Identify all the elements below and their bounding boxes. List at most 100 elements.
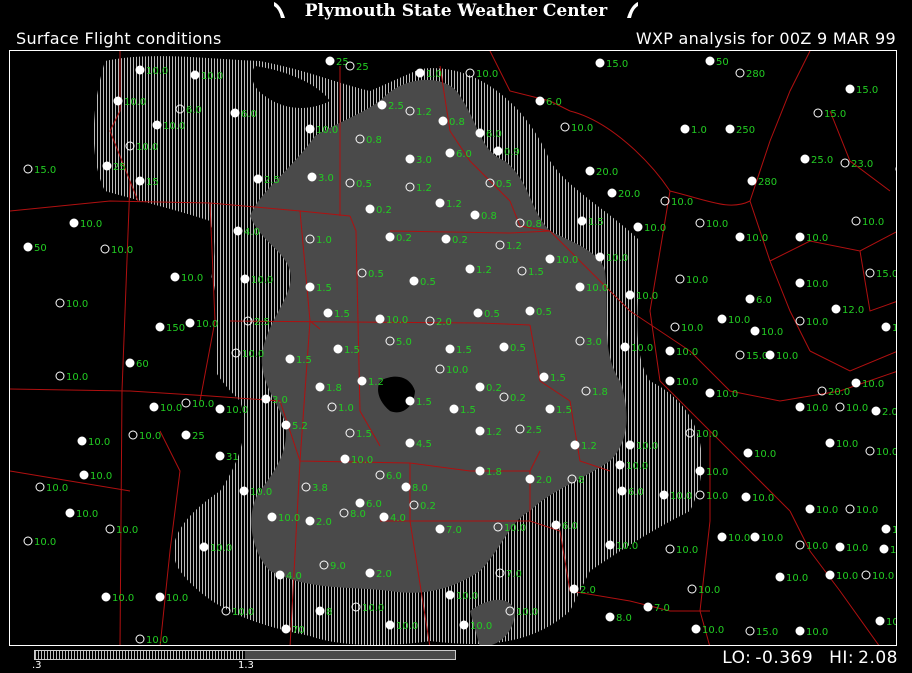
station-plot[interactable]: 10.0 xyxy=(845,504,878,516)
station-plot[interactable]: 10.0 xyxy=(805,504,838,516)
station-circle xyxy=(23,164,33,174)
station-plot[interactable]: 70 xyxy=(281,624,305,636)
station-plot[interactable]: 10.0 xyxy=(77,436,110,448)
station-plot[interactable]: 10.0 xyxy=(795,278,828,290)
station-plot[interactable]: 10.0 xyxy=(691,624,724,636)
station-plot[interactable]: 10.0 xyxy=(835,402,868,414)
station-plot[interactable]: 20.0 xyxy=(607,188,640,200)
station-plot[interactable]: 10.0 xyxy=(741,492,774,504)
station-circle xyxy=(190,70,200,80)
station-plot[interactable]: 8.0 xyxy=(605,612,632,624)
station-plot[interactable]: 250 xyxy=(725,124,755,136)
station-plot[interactable]: 10.0 xyxy=(135,634,168,646)
station-plot[interactable]: 25 xyxy=(325,56,349,68)
visibility-value: 4.5 xyxy=(416,439,432,450)
station-plot[interactable]: 10.0 xyxy=(695,218,728,230)
visibility-value: 8.0 xyxy=(412,483,428,494)
station-plot[interactable]: 10.0 xyxy=(687,584,720,596)
station-plot[interactable]: 10.0 xyxy=(665,376,698,388)
station-plot[interactable]: 10.0 xyxy=(879,544,897,556)
station-plot[interactable]: 10.0 xyxy=(101,592,134,604)
station-plot[interactable]: 15.0 xyxy=(865,268,897,280)
visibility-value: 0.5 xyxy=(484,309,500,320)
station-plot[interactable]: 10.0 xyxy=(155,592,188,604)
station-plot[interactable]: 10.0 xyxy=(23,536,56,548)
station-plot[interactable]: 10.0 xyxy=(750,532,783,544)
station-plot[interactable]: 10.0 xyxy=(875,616,897,628)
station-plot[interactable]: 10.0 xyxy=(705,388,738,400)
station-plot[interactable]: 20.0 xyxy=(817,386,850,398)
surface-map[interactable]: 10.025 2510.0 1.0 10.015.0 5028015.010.06.0 6… xyxy=(10,51,897,646)
visibility-value: 15 xyxy=(146,177,159,188)
station-plot[interactable]: 15.0 xyxy=(735,350,768,362)
station-plot[interactable]: 50 xyxy=(23,242,47,254)
station-plot[interactable]: 10.0 xyxy=(743,448,776,460)
station-plot[interactable]: 10.0 xyxy=(765,350,798,362)
station-plot[interactable]: 23.0 xyxy=(840,158,873,170)
station-plot[interactable]: 10.0 xyxy=(670,322,703,334)
station-plot[interactable]: 10.0 xyxy=(665,346,698,358)
station-circle xyxy=(379,512,389,522)
station-plot[interactable]: 10.0 xyxy=(675,274,708,286)
station-plot[interactable]: 10.0 xyxy=(65,508,98,520)
station-plot[interactable]: 10.0 xyxy=(865,446,897,458)
station-circle xyxy=(717,532,727,542)
station-circle xyxy=(695,490,705,500)
station-plot[interactable]: 15.0 xyxy=(845,84,878,96)
station-plot[interactable]: 10.0 xyxy=(100,244,133,256)
station-plot[interactable]: 10.0 xyxy=(79,470,112,482)
station-plot[interactable]: 10.0 xyxy=(695,490,728,502)
station-plot[interactable]: 10.0 xyxy=(795,316,828,328)
station-plot[interactable]: 6.0 xyxy=(745,294,772,306)
station-plot[interactable]: 10.0 xyxy=(851,216,884,228)
station-plot[interactable]: 280 xyxy=(747,176,777,188)
station-plot[interactable]: 15.0 xyxy=(23,164,56,176)
station-plot[interactable]: 10.0 xyxy=(55,371,88,383)
visibility-value: 1.5 xyxy=(334,309,350,320)
station-plot[interactable]: 10.0 xyxy=(775,572,808,584)
station-plot[interactable]: 10.0 xyxy=(795,402,828,414)
station-plot[interactable]: 12.0 xyxy=(831,304,864,316)
station-plot[interactable]: 25.0 xyxy=(800,154,833,166)
station-plot[interactable]: 10.0 xyxy=(881,322,897,334)
station-plot[interactable]: 10.0 xyxy=(851,378,884,390)
station-plot[interactable]: 10.0 xyxy=(633,222,666,234)
station-plot[interactable]: 20.0 xyxy=(585,166,618,178)
station-plot[interactable]: 1.0 xyxy=(680,124,707,136)
station-plot[interactable]: 10.0 xyxy=(861,570,894,582)
station-plot[interactable]: 10.0 xyxy=(795,540,828,552)
station-circle xyxy=(305,124,315,134)
station-plot[interactable]: 2.08 xyxy=(871,406,897,418)
map-frame[interactable]: 10.0 25 25 10.0 1.0 10.0 15.0 50 280 15.0 10.0 6.0 6… xyxy=(9,50,897,646)
visibility-value: 10.0 xyxy=(116,525,138,536)
station-plot[interactable]: 10.0 xyxy=(660,196,693,208)
station-plot[interactable]: 250 xyxy=(895,165,897,176)
station-plot[interactable]: 10.0 xyxy=(665,544,698,556)
station-plot[interactable]: 10.0 xyxy=(55,298,88,310)
station-plot[interactable]: 10.0 xyxy=(105,524,138,536)
station-plot[interactable]: 10.0 xyxy=(795,626,828,638)
station-plot[interactable]: 10.0 xyxy=(795,232,828,244)
station-plot[interactable]: 10.0 xyxy=(717,532,750,544)
station-plot[interactable]: 10.0 xyxy=(35,482,68,494)
station-plot[interactable]: 10.0 xyxy=(881,524,897,536)
station-circle xyxy=(365,568,375,578)
station-plot[interactable]: 25 xyxy=(345,61,369,73)
station-plot[interactable]: 15.0 xyxy=(745,626,778,638)
station-plot[interactable]: 10.0 xyxy=(560,122,593,134)
station-plot[interactable]: 7.0 xyxy=(643,602,670,614)
station-plot[interactable]: 10.0 xyxy=(825,438,858,450)
station-plot[interactable]: 15.0 xyxy=(813,108,846,120)
station-plot[interactable]: 10.0 xyxy=(835,542,868,554)
station-plot[interactable]: 10.0 xyxy=(735,232,768,244)
station-plot[interactable]: 10.0 xyxy=(717,314,750,326)
station-circle xyxy=(605,612,615,622)
station-plot[interactable]: 10.0 xyxy=(69,218,102,230)
station-plot[interactable]: 280 xyxy=(735,68,765,80)
station-plot[interactable]: 10.0 xyxy=(750,326,783,338)
station-plot[interactable]: 10.0 xyxy=(825,570,858,582)
visibility-value: 10.0 xyxy=(250,487,272,498)
station-plot[interactable]: 6.0 xyxy=(535,96,562,108)
station-plot[interactable]: 50 xyxy=(705,56,729,68)
station-plot[interactable]: 15.0 xyxy=(595,58,628,70)
